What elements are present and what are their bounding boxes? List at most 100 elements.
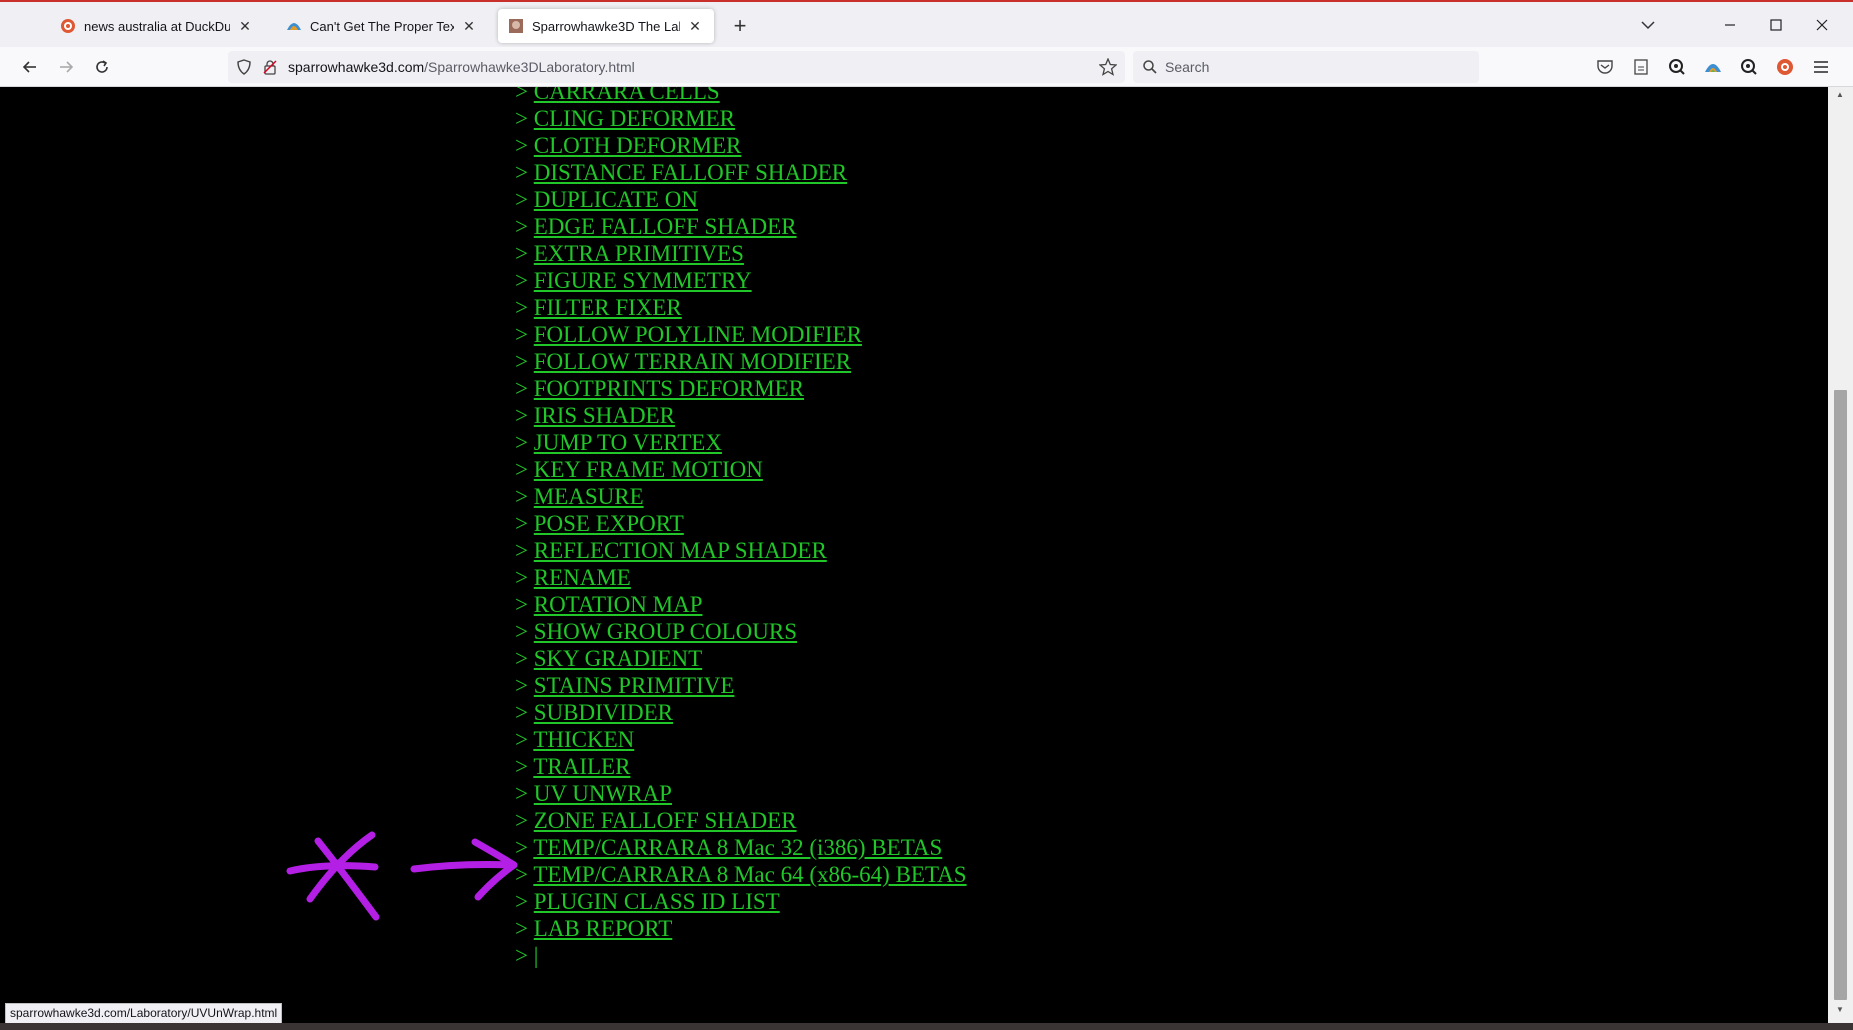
lab-link[interactable]: EDGE FALLOFF SHADER [534,214,797,239]
lab-link[interactable]: SUBDIVIDER [534,700,673,725]
list-prefix: > [515,484,528,509]
lab-link[interactable]: IRIS SHADER [534,403,675,428]
scroll-down-arrow-icon[interactable]: ▼ [1836,1005,1844,1014]
magnifier-extension-icon[interactable] [1667,57,1687,77]
hamburger-menu-icon[interactable] [1811,57,1831,77]
list-item: > TEMP/CARRARA 8 Mac 64 (x86-64) BETAS [515,861,967,888]
list-item: > UV UNWRAP [515,780,967,807]
lab-link[interactable]: TRAILER [533,754,630,779]
lab-link[interactable]: EXTRA PRIMITIVES [534,241,744,266]
reader-view-icon[interactable] [1631,57,1651,77]
list-item: > KEY FRAME MOTION [515,456,967,483]
lab-link[interactable]: POSE EXPORT [534,511,684,536]
lab-link[interactable]: JUMP TO VERTEX [534,430,722,455]
list-item: > SHOW GROUP COLOURS [515,618,967,645]
close-icon[interactable]: ✕ [460,17,478,35]
lab-link[interactable]: DUPLICATE ON [534,187,698,212]
list-prefix: > [515,160,528,185]
lab-link[interactable]: RENAME [534,565,631,590]
lab-link[interactable]: ROTATION MAP [534,592,703,617]
lab-link[interactable]: CARRARA CELLS [534,87,720,104]
list-item: > CARRARA CELLS [515,87,967,105]
list-item: > FOLLOW POLYLINE MODIFIER [515,321,967,348]
list-prefix: > [515,457,528,482]
list-item: > CLOTH DEFORMER [515,132,967,159]
pocket-icon[interactable] [1595,57,1615,77]
lab-link[interactable]: LAB REPORT [534,916,673,941]
annotation-cross-arrow-icon [286,831,518,921]
list-prefix: > [515,241,528,266]
bookmark-star-icon[interactable] [1098,57,1118,81]
lab-link[interactable]: FOLLOW TERRAIN MODIFIER [534,349,851,374]
list-prefix: > [515,403,528,428]
close-window-button[interactable] [1802,10,1842,40]
list-prefix: > [515,349,528,374]
close-icon[interactable]: ✕ [686,17,704,35]
insecure-lock-icon[interactable] [262,59,278,80]
lab-link[interactable]: UV UNWRAP [534,781,672,806]
lab-link[interactable]: STAINS PRIMITIVE [534,673,735,698]
tab-sparrowhawke-laboratory[interactable]: Sparrowhawke3D The Laborator ✕ [498,9,714,43]
shield-icon[interactable] [236,59,252,80]
lab-link[interactable]: MEASURE [534,484,644,509]
maximize-button[interactable] [1756,10,1796,40]
site-icon [508,18,524,34]
minimize-button[interactable] [1710,10,1750,40]
lab-link[interactable]: CLING DEFORMER [534,106,735,131]
duckduckgo-extension-icon[interactable] [1775,57,1795,77]
url-text[interactable]: sparrowhawke3d.com/Sparrowhawke3DLaborat… [288,59,635,75]
close-icon[interactable]: ✕ [236,17,254,35]
list-prefix: > [515,700,528,725]
lab-link[interactable]: THICKEN [533,727,634,752]
list-item: > CLING DEFORMER [515,105,967,132]
list-item: > FOLLOW TERRAIN MODIFIER [515,348,967,375]
url-domain: sparrowhawke3d.com [288,59,425,75]
lab-link[interactable]: FOLLOW POLYLINE MODIFIER [534,322,862,347]
scroll-up-arrow-icon[interactable]: ▲ [1836,90,1844,99]
laboratory-link-list: > CARRARA CELLS > CLING DEFORMER > CLOTH … [515,87,967,969]
list-prefix: > [515,214,528,239]
lab-link[interactable]: KEY FRAME MOTION [534,457,763,482]
forward-arrow-icon[interactable] [52,53,80,81]
url-bar[interactable]: sparrowhawke3d.com/Sparrowhawke3DLaborat… [228,51,1125,83]
tab-daz-forum[interactable]: Can't Get The Proper Textures O ✕ [276,9,488,43]
lab-link[interactable]: CLOTH DEFORMER [534,133,742,158]
vertical-scrollbar[interactable]: ▲ ▼ [1828,87,1853,1023]
list-item: > STAINS PRIMITIVE [515,672,967,699]
list-item: > EDGE FALLOFF SHADER [515,213,967,240]
lab-link[interactable]: PLUGIN CLASS ID LIST [534,889,780,914]
list-item: > SKY GRADIENT [515,645,967,672]
daz-extension-icon[interactable] [1703,57,1723,77]
lab-link[interactable]: FILTER FIXER [534,295,682,320]
tab-duckduckgo[interactable]: news australia at DuckDuckGo ✕ [50,9,264,43]
magnifier-extension-icon-2[interactable] [1739,57,1759,77]
page-content: > CARRARA CELLS > CLING DEFORMER > CLOTH … [0,87,1828,1023]
lab-link[interactable]: DISTANCE FALLOFF SHADER [534,160,847,185]
status-bar-link-preview: sparrowhawke3d.com/Laboratory/UVUnWrap.h… [5,1003,283,1025]
list-item: > SUBDIVIDER [515,699,967,726]
back-arrow-icon[interactable] [16,53,44,81]
new-tab-button[interactable]: + [728,13,752,38]
lab-link[interactable]: TEMP/CARRARA 8 Mac 64 (x86-64) BETAS [533,862,966,887]
search-bar[interactable]: Search [1133,51,1479,83]
list-prefix: > [515,727,528,752]
lab-link[interactable]: SKY GRADIENT [534,646,702,671]
list-item: > FOOTPRINTS DEFORMER [515,375,967,402]
lab-link[interactable]: REFLECTION MAP SHADER [534,538,827,563]
lab-link[interactable]: SHOW GROUP COLOURS [534,619,797,644]
list-item: > EXTRA PRIMITIVES [515,240,967,267]
list-prefix: > [515,565,528,590]
list-item: > ZONE FALLOFF SHADER [515,807,967,834]
scrollbar-thumb[interactable] [1834,390,1847,1000]
list-prefix: > [515,376,528,401]
lab-link[interactable]: FIGURE SYMMETRY [534,268,752,293]
lab-link[interactable]: FOOTPRINTS DEFORMER [534,376,804,401]
lab-link[interactable]: ZONE FALLOFF SHADER [534,808,797,833]
lab-link[interactable]: TEMP/CARRARA 8 Mac 32 (i386) BETAS [533,835,942,860]
list-item: > PLUGIN CLASS ID LIST [515,888,967,915]
duckduckgo-icon [60,18,76,34]
list-item: > TRAILER [515,753,967,780]
search-icon [1142,59,1158,80]
reload-icon[interactable] [88,53,116,81]
list-tabs-chevron-down-icon[interactable] [1628,10,1668,40]
